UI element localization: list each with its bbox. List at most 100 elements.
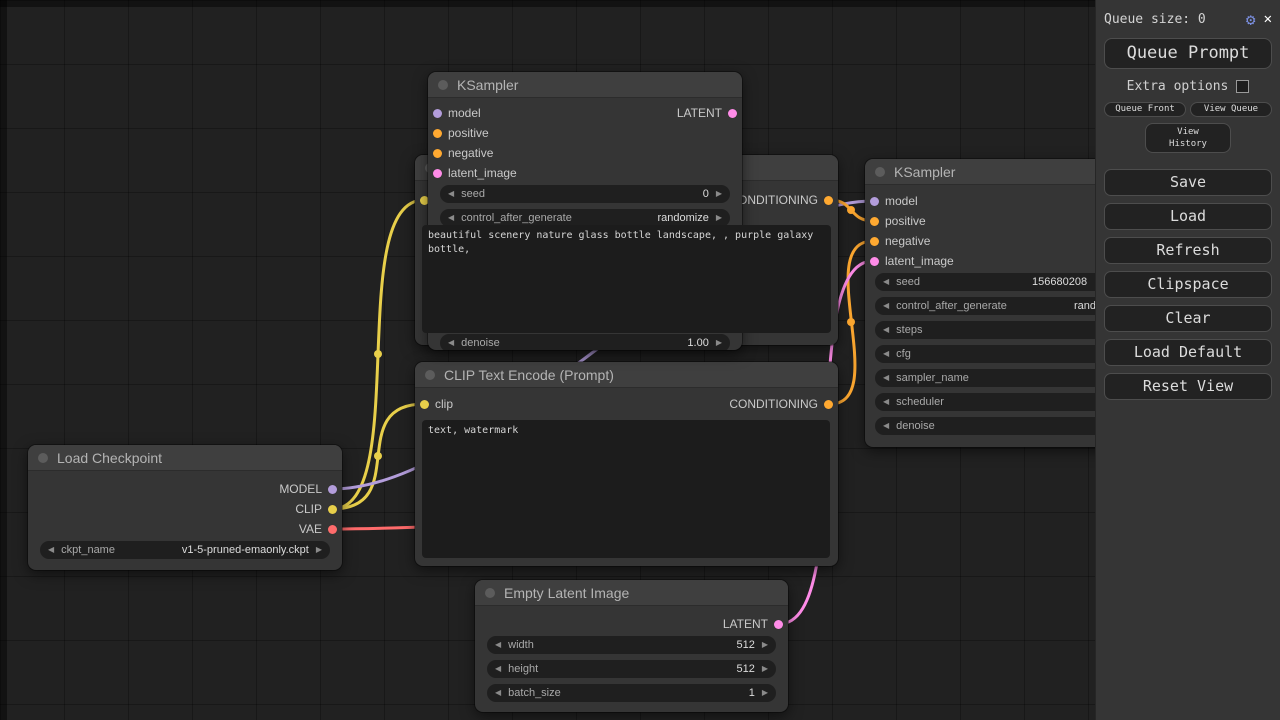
port-label: negative	[885, 234, 930, 248]
port-dot[interactable]	[433, 149, 442, 158]
node-title-bar[interactable]: Load Checkpoint	[28, 445, 342, 471]
node-empty-latent-image[interactable]: Empty Latent Image LATENT ◀ width 512 ▶ …	[475, 580, 788, 712]
decrement-arrow-icon[interactable]: ◀	[448, 214, 454, 222]
width-widget[interactable]: ◀ width 512 ▶	[487, 636, 776, 654]
node-load-checkpoint[interactable]: Load Checkpoint MODEL CLIP VAE ◀ ckpt_na…	[28, 445, 342, 570]
input-port-positive[interactable]: positive	[870, 211, 926, 231]
port-dot[interactable]	[433, 109, 442, 118]
load-default-button[interactable]: Load Default	[1104, 339, 1272, 366]
collapse-dot-icon[interactable]	[875, 167, 885, 177]
port-dot[interactable]	[328, 485, 337, 494]
reset-view-button[interactable]: Reset View	[1104, 373, 1272, 400]
decrement-arrow-icon[interactable]: ◀	[495, 641, 501, 649]
steps-widget[interactable]: ◀ steps	[875, 321, 1127, 339]
port-dot[interactable]	[328, 505, 337, 514]
port-dot[interactable]	[870, 217, 879, 226]
port-dot[interactable]	[870, 237, 879, 246]
load-button[interactable]: Load	[1104, 203, 1272, 230]
node-title-bar[interactable]: KSampler	[428, 72, 742, 98]
cfg-widget[interactable]: ◀ cfg	[875, 345, 1127, 363]
output-port-conditioning[interactable]: CONDITIONING	[729, 190, 833, 210]
node-title-bar[interactable]: CLIP Text Encode (Prompt)	[415, 362, 838, 388]
port-label: negative	[448, 146, 493, 160]
decrement-arrow-icon[interactable]: ◀	[48, 546, 54, 554]
port-dot[interactable]	[824, 400, 833, 409]
denoise-widget[interactable]: ◀ denoise 1.00 ▶	[440, 334, 730, 350]
positive-prompt-textarea[interactable]: beautiful scenery nature glass bottle la…	[422, 225, 831, 333]
ckpt-name-widget[interactable]: ◀ ckpt_name v1-5-pruned-emaonly.ckpt ▶	[40, 541, 330, 559]
seed-widget[interactable]: ◀ seed 0 ▶	[440, 185, 730, 203]
collapse-dot-icon[interactable]	[38, 453, 48, 463]
port-dot[interactable]	[824, 196, 833, 205]
output-port-conditioning[interactable]: CONDITIONING	[729, 394, 833, 414]
seed-widget[interactable]: ◀ seed 156680208	[875, 273, 1127, 291]
port-dot[interactable]	[870, 197, 879, 206]
port-dot[interactable]	[870, 257, 879, 266]
increment-arrow-icon[interactable]: ▶	[716, 214, 722, 222]
view-history-button[interactable]: View History	[1145, 123, 1231, 153]
clear-button[interactable]: Clear	[1104, 305, 1272, 332]
input-port-model[interactable]: model	[433, 103, 481, 123]
increment-arrow-icon[interactable]: ▶	[716, 190, 722, 198]
decrement-arrow-icon[interactable]: ◀	[883, 374, 889, 382]
clipspace-button[interactable]: Clipspace	[1104, 271, 1272, 298]
denoise-widget[interactable]: ◀ denoise	[875, 417, 1127, 435]
input-port-negative[interactable]: negative	[870, 231, 930, 251]
output-port-latent[interactable]: LATENT	[677, 103, 737, 123]
widget-label: ckpt_name	[61, 544, 115, 556]
output-port-latent[interactable]: LATENT	[723, 614, 783, 634]
output-port-vae[interactable]: VAE	[299, 519, 337, 539]
batch-size-widget[interactable]: ◀ batch_size 1 ▶	[487, 684, 776, 702]
save-button[interactable]: Save	[1104, 169, 1272, 196]
input-port-negative[interactable]: negative	[433, 143, 493, 163]
output-port-model[interactable]: MODEL	[279, 479, 337, 499]
collapse-dot-icon[interactable]	[425, 370, 435, 380]
gear-icon[interactable]: ⚙	[1246, 10, 1256, 29]
increment-arrow-icon[interactable]: ▶	[316, 546, 322, 554]
view-queue-button[interactable]: View Queue	[1190, 102, 1272, 117]
output-port-clip[interactable]: CLIP	[295, 499, 337, 519]
decrement-arrow-icon[interactable]: ◀	[883, 350, 889, 358]
node-clip-text-encode-negative[interactable]: CLIP Text Encode (Prompt) clip CONDITION…	[415, 362, 838, 566]
port-dot[interactable]	[433, 129, 442, 138]
scheduler-widget[interactable]: ◀ scheduler	[875, 393, 1127, 411]
collapse-dot-icon[interactable]	[438, 80, 448, 90]
decrement-arrow-icon[interactable]: ◀	[495, 689, 501, 697]
increment-arrow-icon[interactable]: ▶	[762, 641, 768, 649]
queue-front-button[interactable]: Queue Front	[1104, 102, 1186, 117]
port-dot[interactable]	[774, 620, 783, 629]
port-label: LATENT	[677, 106, 722, 120]
increment-arrow-icon[interactable]: ▶	[716, 339, 722, 347]
input-port-clip[interactable]: clip	[420, 394, 453, 414]
input-port-latent-image[interactable]: latent_image	[433, 163, 517, 183]
input-port-model[interactable]: model	[870, 191, 918, 211]
decrement-arrow-icon[interactable]: ◀	[448, 339, 454, 347]
refresh-button[interactable]: Refresh	[1104, 237, 1272, 264]
control-after-generate-widget[interactable]: ◀ control_after_generate randomize	[875, 297, 1127, 315]
port-dot[interactable]	[328, 525, 337, 534]
port-dot[interactable]	[728, 109, 737, 118]
port-dot[interactable]	[433, 169, 442, 178]
widget-label: sampler_name	[896, 372, 969, 384]
increment-arrow-icon[interactable]: ▶	[762, 689, 768, 697]
decrement-arrow-icon[interactable]: ◀	[883, 302, 889, 310]
collapse-dot-icon[interactable]	[485, 588, 495, 598]
increment-arrow-icon[interactable]: ▶	[762, 665, 768, 673]
decrement-arrow-icon[interactable]: ◀	[883, 326, 889, 334]
input-port-positive[interactable]: positive	[433, 123, 489, 143]
port-dot[interactable]	[420, 400, 429, 409]
node-title-bar[interactable]: Empty Latent Image	[475, 580, 788, 606]
input-port-latent-image[interactable]: latent_image	[870, 251, 954, 271]
extra-options-checkbox[interactable]	[1236, 80, 1249, 93]
close-icon[interactable]: ✕	[1264, 11, 1272, 27]
height-widget[interactable]: ◀ height 512 ▶	[487, 660, 776, 678]
decrement-arrow-icon[interactable]: ◀	[883, 278, 889, 286]
negative-prompt-textarea[interactable]: text, watermark	[422, 420, 830, 558]
decrement-arrow-icon[interactable]: ◀	[448, 190, 454, 198]
node-canvas[interactable]: CLIP Text Encode (Prompt) clip CONDITION…	[0, 0, 1280, 720]
decrement-arrow-icon[interactable]: ◀	[495, 665, 501, 673]
decrement-arrow-icon[interactable]: ◀	[883, 398, 889, 406]
queue-prompt-button[interactable]: Queue Prompt	[1104, 38, 1272, 69]
sampler-name-widget[interactable]: ◀ sampler_name	[875, 369, 1127, 387]
decrement-arrow-icon[interactable]: ◀	[883, 422, 889, 430]
